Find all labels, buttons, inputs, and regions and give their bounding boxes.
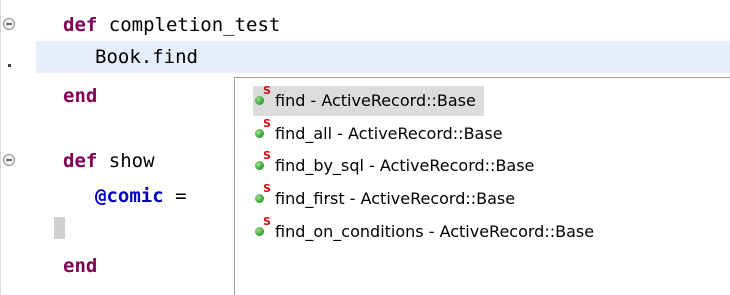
fold-collapse-icon[interactable] xyxy=(3,154,15,166)
code-line-1[interactable]: def completion_test xyxy=(0,9,730,41)
completion-item-find-first[interactable]: Sfind_first - ActiveRecord::Base xyxy=(253,182,523,214)
instance-variable: @comic xyxy=(95,185,164,207)
singleton-method-icon: S xyxy=(253,84,275,110)
fold-collapse-icon[interactable] xyxy=(3,18,15,30)
code-line-2[interactable]: Book.find xyxy=(0,41,730,73)
method-name: show xyxy=(97,150,155,172)
completion-item-find[interactable]: Sfind - ActiveRecord::Base xyxy=(253,84,484,116)
keyword-end: end xyxy=(63,255,98,277)
singleton-method-icon: S xyxy=(253,117,275,143)
code-text: = xyxy=(163,185,187,207)
completion-item-label: find_first - ActiveRecord::Base xyxy=(275,189,516,208)
keyword-def: def xyxy=(63,14,98,36)
keyword-end: end xyxy=(63,85,98,107)
code-editor[interactable]: def completion_test Book.find end def sh… xyxy=(0,0,730,295)
completion-item-label: find - ActiveRecord::Base xyxy=(275,91,476,110)
completion-item-find-by-sql[interactable]: Sfind_by_sql - ActiveRecord::Base xyxy=(253,149,542,181)
completion-item-label: find_all - ActiveRecord::Base xyxy=(275,124,503,143)
singleton-method-icon: S xyxy=(253,149,275,175)
singleton-method-icon: S xyxy=(253,182,275,208)
cursor-block xyxy=(54,217,65,239)
code-text: Book.find xyxy=(95,46,198,68)
completion-item-label: find_on_conditions - ActiveRecord::Base xyxy=(275,222,595,241)
completion-item-label: find_by_sql - ActiveRecord::Base xyxy=(275,156,535,175)
completion-item-find-all[interactable]: Sfind_all - ActiveRecord::Base xyxy=(253,117,511,149)
method-name: completion_test xyxy=(97,14,281,36)
completion-item-find-on-conditions[interactable]: Sfind_on_conditions - ActiveRecord::Base xyxy=(253,215,602,247)
singleton-method-icon: S xyxy=(253,215,275,241)
keyword-def: def xyxy=(63,150,98,172)
completion-popup[interactable]: Sfind - ActiveRecord::Base Sfind_all - A… xyxy=(234,77,730,295)
